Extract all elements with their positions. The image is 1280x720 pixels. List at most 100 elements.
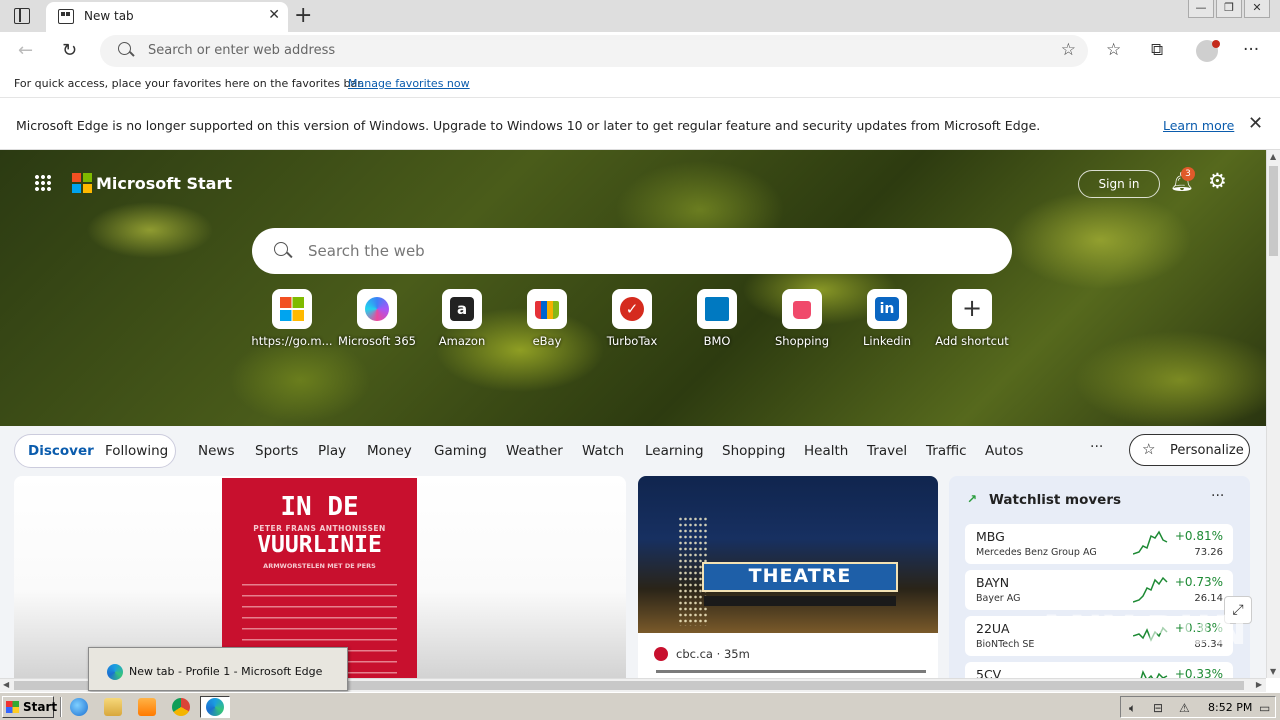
restore-button[interactable]: ❐ — [1216, 0, 1242, 18]
stock-row[interactable]: 5CV +0.33% — [965, 662, 1233, 678]
shortcut-turbotax[interactable]: ✓ TurboTax — [590, 289, 674, 355]
nav-more-icon[interactable]: ··· — [1090, 439, 1103, 455]
start-button[interactable]: Start — [2, 696, 57, 718]
stock-sparkline — [1133, 576, 1168, 603]
nav-play[interactable]: Play — [318, 443, 346, 459]
bmo-icon — [697, 289, 737, 329]
news-headline[interactable] — [656, 670, 926, 678]
scroll-down-icon[interactable]: ▼ — [1270, 667, 1276, 676]
address-bar[interactable]: Search or enter web address ☆ — [100, 35, 1088, 67]
vertical-scroll-thumb[interactable] — [1269, 166, 1278, 256]
book-title-line-2: VUURLINIE — [257, 532, 382, 558]
web-search-box[interactable]: Search the web — [252, 228, 1012, 274]
folder-icon[interactable] — [104, 698, 122, 716]
chrome-icon[interactable] — [172, 698, 190, 716]
amazon-icon: a — [442, 289, 482, 329]
nav-weather[interactable]: Weather — [506, 443, 563, 459]
search-icon — [118, 42, 131, 55]
close-window-button[interactable]: ✕ — [1244, 0, 1270, 18]
stock-row[interactable]: MBG Mercedes Benz Group AG +0.81% 73.26 — [965, 524, 1233, 564]
stock-symbol: BAYN — [976, 575, 1010, 590]
settings-gear-icon[interactable]: ⚙ — [1208, 169, 1227, 193]
back-arrow-icon[interactable]: ← — [18, 40, 33, 61]
windows-logo-icon — [272, 289, 312, 329]
collections-icon[interactable]: ⧉ — [1151, 40, 1163, 60]
news-source-name: cbc.ca — [676, 647, 713, 661]
security-icon[interactable]: ⚠ — [1179, 701, 1190, 715]
add-favorite-icon[interactable]: ☆ — [1061, 40, 1076, 60]
sign-in-button[interactable]: Sign in — [1078, 170, 1160, 198]
nav-gaming[interactable]: Gaming — [434, 443, 487, 459]
shortcut-linkedin[interactable]: in Linkedin — [845, 289, 929, 355]
shortcut-shopping[interactable]: Shopping — [760, 289, 844, 355]
hero-background: Microsoft Start Sign in 🔔︎ 3 ⚙ Search th… — [0, 150, 1266, 426]
nav-learning[interactable]: Learning — [645, 443, 704, 459]
microsoft-365-icon — [357, 289, 397, 329]
nav-traffic[interactable]: Traffic — [926, 443, 967, 459]
watermark: ANY.RUN — [1036, 608, 1249, 654]
shortcut-label: TurboTax — [606, 334, 658, 348]
edge-icon — [206, 698, 224, 716]
nav-news[interactable]: News — [198, 443, 234, 459]
nav-sports[interactable]: Sports — [255, 443, 298, 459]
more-options-icon[interactable]: ··· — [1243, 40, 1259, 60]
tab-actions-icon[interactable] — [14, 8, 30, 24]
nav-health[interactable]: Health — [804, 443, 848, 459]
shortcut-ebay[interactable]: eBay — [505, 289, 589, 355]
nav-autos[interactable]: Autos — [985, 443, 1023, 459]
stock-change: +0.73% — [1174, 575, 1223, 589]
close-tab-icon[interactable]: ✕ — [268, 7, 280, 23]
nav-money[interactable]: Money — [367, 443, 412, 459]
show-desktop-icon[interactable]: ▭ — [1259, 701, 1270, 715]
system-tray: 🔈︎ ⊟ ⚠ 8:52 PM ▭ — [1120, 696, 1276, 718]
personalize-button[interactable]: ☆ Personalize — [1129, 434, 1250, 466]
internet-explorer-icon[interactable] — [70, 698, 88, 716]
shortcut-label: https://go.m... — [251, 334, 333, 348]
vertical-scrollbar[interactable]: ▲ ▼ — [1266, 150, 1280, 678]
shortcut-microsoft-365[interactable]: Microsoft 365 — [335, 289, 419, 355]
news-source: cbc.ca · 35m — [654, 647, 750, 661]
favorites-bar: For quick access, place your favorites h… — [0, 70, 1280, 98]
scroll-right-icon[interactable]: ▶ — [1256, 680, 1262, 689]
address-placeholder: Search or enter web address — [148, 43, 336, 58]
profile-avatar[interactable] — [1196, 40, 1220, 62]
window-controls: — ❐ ✕ — [1186, 0, 1270, 18]
news-card[interactable]: THEATRE cbc.ca · 35m — [638, 476, 938, 678]
shortcut-amazon[interactable]: a Amazon — [420, 289, 504, 355]
refresh-icon[interactable]: ↻ — [62, 40, 77, 61]
stock-name: BioNTech SE — [976, 639, 1035, 650]
minimize-button[interactable]: — — [1188, 0, 1214, 18]
nav-travel[interactable]: Travel — [867, 443, 907, 459]
manage-favorites-link[interactable]: Manage favorites now — [348, 77, 470, 90]
favorites-icon[interactable]: ☆ — [1106, 40, 1121, 60]
shortcut-add[interactable]: + Add shortcut — [930, 289, 1014, 355]
tab-new-tab[interactable]: New tab ✕ — [46, 2, 288, 32]
shortcut-bmo[interactable]: BMO — [675, 289, 759, 355]
edge-taskbar-button[interactable] — [200, 696, 230, 718]
close-notice-icon[interactable]: ✕ — [1248, 113, 1263, 134]
scroll-up-icon[interactable]: ▲ — [1270, 152, 1276, 161]
new-tab-favicon-icon — [58, 9, 74, 24]
shortcut-label: Add shortcut — [935, 334, 1009, 348]
trend-icon: ↗ — [967, 492, 978, 506]
microsoft-logo-icon — [72, 173, 92, 193]
media-player-icon[interactable] — [138, 698, 156, 716]
tab-following[interactable]: Following — [105, 443, 168, 459]
stock-row[interactable]: BAYN Bayer AG +0.73% 26.14 — [965, 570, 1233, 610]
network-icon[interactable]: ⊟ — [1153, 701, 1163, 715]
app-launcher-icon[interactable] — [34, 174, 52, 192]
shortcut-go-link[interactable]: https://go.m... — [250, 289, 334, 355]
learn-more-link[interactable]: Learn more — [1163, 118, 1234, 133]
nav-shopping[interactable]: Shopping — [722, 443, 785, 459]
shopping-bag-icon — [782, 289, 822, 329]
tab-discover[interactable]: Discover — [28, 443, 94, 459]
new-tab-button[interactable]: + — [294, 3, 312, 28]
scroll-left-icon[interactable]: ◀ — [3, 680, 9, 689]
nav-watch[interactable]: Watch — [582, 443, 624, 459]
taskbar: Start 🔈︎ ⊟ ⚠ 8:52 PM ▭ — [0, 692, 1280, 720]
news-age: 35m — [723, 647, 750, 661]
theatre-marquee-sub — [704, 596, 896, 606]
volume-icon[interactable]: 🔈︎ — [1129, 701, 1136, 716]
shortcut-label: Microsoft 365 — [338, 334, 416, 348]
watchlist-more-icon[interactable]: ··· — [1211, 488, 1224, 504]
